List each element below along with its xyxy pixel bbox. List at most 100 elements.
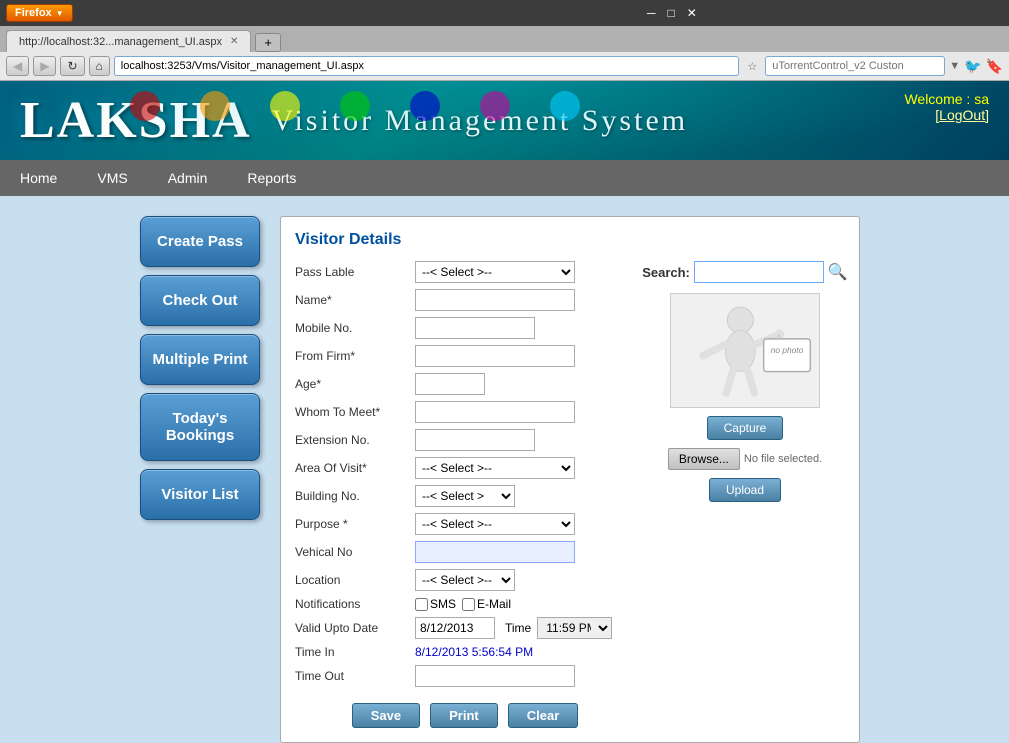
- name-input[interactable]: [415, 289, 575, 311]
- area-select[interactable]: --< Select >--: [415, 457, 575, 479]
- tab-title: http://localhost:32...management_UI.aspx: [19, 36, 222, 48]
- nav-admin[interactable]: Admin: [148, 160, 228, 196]
- from-firm-label: From Firm*: [295, 349, 415, 363]
- deco-circles: [0, 81, 1009, 160]
- main-content: Create Pass Check Out Multiple Print Tod…: [0, 196, 1009, 743]
- pass-label-label: Pass Lable: [295, 265, 415, 279]
- location-label: Location: [295, 573, 415, 587]
- notifications-label: Notifications: [295, 597, 415, 611]
- age-input[interactable]: [415, 373, 485, 395]
- address-bar: ◀ ▶ ↻ ⌂ ☆ ▼ 🐦 🔖: [0, 52, 1009, 81]
- welcome-text: Welcome : sa: [904, 91, 989, 107]
- form-left: Pass Lable --< Select >-- Name* Mobile N…: [295, 261, 635, 728]
- nav-home[interactable]: Home: [0, 160, 77, 196]
- star-icon: ☆: [747, 60, 757, 73]
- email-label: E-Mail: [477, 597, 511, 611]
- create-pass-button[interactable]: Create Pass: [140, 216, 260, 267]
- time-out-input[interactable]: [415, 665, 575, 687]
- maximize-button[interactable]: □: [667, 6, 674, 20]
- action-row: Save Print Clear: [295, 693, 635, 728]
- whom-to-meet-row: Whom To Meet*: [295, 401, 635, 423]
- capture-button[interactable]: Capture: [707, 416, 784, 440]
- search-label: Search:: [642, 265, 690, 280]
- firefox-label: Firefox: [15, 7, 52, 19]
- purpose-select[interactable]: --< Select >--: [415, 513, 575, 535]
- save-button[interactable]: Save: [352, 703, 420, 728]
- sms-label: SMS: [430, 597, 456, 611]
- email-checkbox[interactable]: [462, 598, 475, 611]
- clear-button[interactable]: Clear: [508, 703, 579, 728]
- browser-tab[interactable]: http://localhost:32...management_UI.aspx…: [6, 30, 251, 52]
- browser-search-input[interactable]: [765, 56, 945, 76]
- site-title-sub: Visitor Management System: [272, 104, 688, 138]
- valid-upto-row: Valid Upto Date Time 11:59 PM: [295, 617, 635, 639]
- location-select[interactable]: --< Select >--: [415, 569, 515, 591]
- vehical-label: Vehical No: [295, 545, 415, 559]
- notifications-row: Notifications SMS E-Mail: [295, 597, 635, 611]
- location-row: Location --< Select >--: [295, 569, 635, 591]
- search-input[interactable]: [694, 261, 824, 283]
- url-input[interactable]: [114, 56, 740, 76]
- firefox-button[interactable]: Firefox ▼: [6, 4, 73, 22]
- header-content: LAKSHA Visitor Management System: [20, 91, 989, 150]
- area-label: Area Of Visit*: [295, 461, 415, 475]
- no-photo-figure: no photo: [675, 296, 815, 406]
- reload-button[interactable]: ↻: [60, 56, 84, 76]
- valid-upto-label: Valid Upto Date: [295, 621, 415, 635]
- area-row: Area Of Visit* --< Select >--: [295, 457, 635, 479]
- close-tab-icon[interactable]: ✕: [230, 36, 238, 47]
- time-in-value: 8/12/2013 5:56:54 PM: [415, 645, 533, 659]
- time-out-label: Time Out: [295, 669, 415, 683]
- mobile-input[interactable]: [415, 317, 535, 339]
- nav-reports[interactable]: Reports: [227, 160, 316, 196]
- purpose-row: Purpose * --< Select >--: [295, 513, 635, 535]
- check-out-button[interactable]: Check Out: [140, 275, 260, 326]
- home-button[interactable]: ⌂: [89, 56, 110, 76]
- sms-checkbox[interactable]: [415, 598, 428, 611]
- building-select[interactable]: --< Select >: [415, 485, 515, 507]
- pass-label-select[interactable]: --< Select >--: [415, 261, 575, 283]
- whom-to-meet-label: Whom To Meet*: [295, 405, 415, 419]
- visitor-details-form: Visitor Details Pass Lable --< Select >-…: [280, 216, 860, 743]
- form-right: Search: 🔍: [645, 261, 845, 728]
- from-firm-input[interactable]: [415, 345, 575, 367]
- age-row: Age*: [295, 373, 635, 395]
- time-label: Time: [505, 621, 531, 635]
- time-in-label: Time In: [295, 645, 415, 659]
- site-title-main: LAKSHA: [20, 91, 252, 150]
- time-out-row: Time Out: [295, 665, 635, 687]
- print-button[interactable]: Print: [430, 703, 498, 728]
- logout-link[interactable]: [LogOut]: [904, 107, 989, 123]
- browse-row: Browse... No file selected.: [668, 448, 822, 470]
- sidebar: Create Pass Check Out Multiple Print Tod…: [140, 216, 260, 743]
- extension-row: Extension No.: [295, 429, 635, 451]
- back-button[interactable]: ◀: [6, 56, 29, 76]
- pass-label-row: Pass Lable --< Select >--: [295, 261, 635, 283]
- window-controls: [79, 7, 641, 19]
- no-file-text: No file selected.: [744, 453, 822, 465]
- extension-input[interactable]: [415, 429, 535, 451]
- name-row: Name*: [295, 289, 635, 311]
- nav-bar: Home VMS Admin Reports: [0, 160, 1009, 196]
- upload-button[interactable]: Upload: [709, 478, 781, 502]
- visitor-list-button[interactable]: Visitor List: [140, 469, 260, 520]
- new-tab-button[interactable]: +: [255, 33, 281, 52]
- multiple-print-button[interactable]: Multiple Print: [140, 334, 260, 385]
- vehical-input[interactable]: [415, 541, 575, 563]
- search-button[interactable]: 🔍: [828, 262, 848, 282]
- todays-bookings-button[interactable]: Today's Bookings: [140, 393, 260, 461]
- minimize-button[interactable]: ─: [647, 6, 656, 20]
- close-button[interactable]: ✕: [687, 6, 697, 20]
- valid-time-select[interactable]: 11:59 PM: [537, 617, 612, 639]
- name-label: Name*: [295, 293, 415, 307]
- site-header: LAKSHA Visitor Management System Welcome…: [0, 81, 1009, 160]
- sms-checkbox-label: SMS: [415, 597, 456, 611]
- date-time-row: Time 11:59 PM: [415, 617, 612, 639]
- welcome-bar: Welcome : sa [LogOut]: [904, 91, 989, 123]
- forward-button[interactable]: ▶: [33, 56, 56, 76]
- valid-date-input[interactable]: [415, 617, 495, 639]
- nav-vms[interactable]: VMS: [77, 160, 147, 196]
- whom-to-meet-input[interactable]: [415, 401, 575, 423]
- browse-button[interactable]: Browse...: [668, 448, 740, 470]
- form-title: Visitor Details: [295, 231, 845, 249]
